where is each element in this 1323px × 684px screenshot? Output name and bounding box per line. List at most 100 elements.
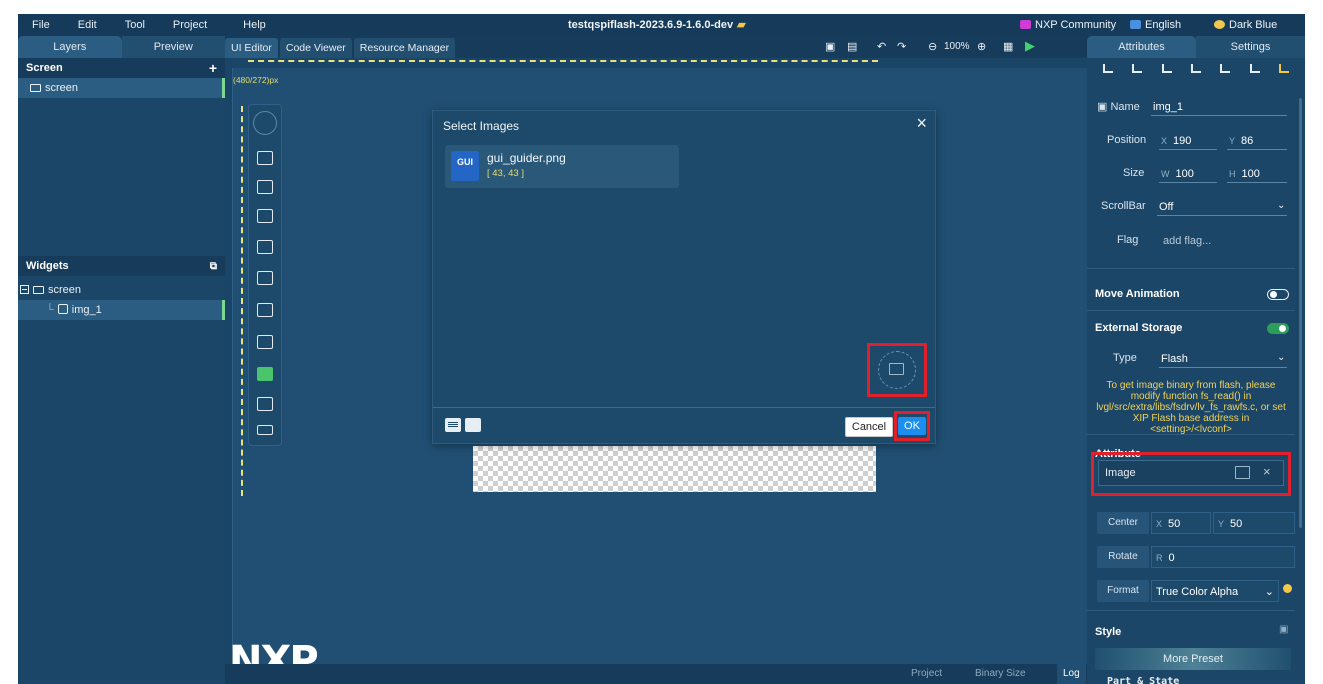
text-widget-icon[interactable] <box>257 240 273 254</box>
tab-resource-manager[interactable]: Resource Manager <box>353 38 456 58</box>
close-icon[interactable]: × <box>916 113 927 134</box>
image-icon <box>57 304 68 314</box>
folder-icon: ▰ <box>737 19 746 31</box>
chart-widget-icon[interactable] <box>257 303 273 317</box>
align-right-icon[interactable] <box>1161 63 1172 73</box>
expand-toolbox-icon[interactable] <box>257 425 273 435</box>
log-tab[interactable]: Log <box>1057 664 1086 684</box>
upload-image-button[interactable] <box>878 351 916 389</box>
bring-front-icon[interactable]: ▣ <box>825 40 835 53</box>
scrollbar-field: ScrollBar Off ⌄ <box>1087 196 1293 218</box>
qrcode-widget-icon[interactable] <box>257 397 273 411</box>
divider <box>1087 610 1295 611</box>
ok-button[interactable]: OK <box>898 417 926 435</box>
tab-settings[interactable]: Settings <box>1196 36 1305 58</box>
rotate-input[interactable]: R0 <box>1151 546 1295 568</box>
align-top-icon[interactable] <box>1190 63 1201 73</box>
toggle-knob <box>1279 325 1286 332</box>
right-panel: Attributes Settings ▣ Name img_1 Positio… <box>1087 36 1305 684</box>
size-field: Size W 100 H 100 <box>1087 163 1293 185</box>
tab-layers[interactable]: Layers <box>18 36 122 58</box>
theme-selector[interactable]: Dark Blue <box>1214 14 1277 36</box>
animation-widget-icon[interactable] <box>257 367 273 381</box>
position-y-input[interactable]: Y 86 <box>1227 132 1287 150</box>
list-view-icon[interactable] <box>445 418 461 432</box>
container-widget-icon[interactable] <box>257 180 273 194</box>
align-center-icon[interactable] <box>1132 63 1143 73</box>
align-bottom-icon[interactable] <box>1249 63 1260 73</box>
language-selector[interactable]: English <box>1130 14 1181 36</box>
center-x-input[interactable]: X 50 <box>1151 512 1211 534</box>
screen-list-item[interactable]: screen <box>18 78 225 98</box>
chevron-down-icon[interactable]: ⌄ <box>1265 581 1274 603</box>
canvas-image-preview[interactable] <box>473 446 876 492</box>
name-label: ▣ Name <box>1097 101 1140 113</box>
save-style-icon[interactable]: ▣ <box>1279 624 1288 635</box>
tab-attributes[interactable]: Attributes <box>1087 36 1196 58</box>
send-back-icon[interactable]: ▤ <box>847 40 857 53</box>
size-h-input[interactable]: H 100 <box>1227 165 1287 183</box>
menu-bar: File Edit Tool Project Help testqspiflas… <box>18 14 1305 36</box>
input-widget-icon[interactable] <box>257 271 273 285</box>
scrollbar-select[interactable]: Off <box>1157 198 1287 216</box>
menu-project[interactable]: Project <box>159 14 221 36</box>
collapse-toolbox-icon[interactable] <box>257 151 273 165</box>
type-select[interactable]: Flash <box>1159 350 1287 368</box>
image-list-item[interactable]: GUI gui_guider.png [ 43, 43 ] <box>445 145 679 188</box>
external-storage-title: External Storage <box>1095 322 1183 334</box>
widgets-section: Widgets ⧉ screen └ img_1 <box>18 256 225 320</box>
align-middle-icon[interactable] <box>1220 63 1231 73</box>
name-input[interactable]: img_1 <box>1151 98 1287 116</box>
panel-scrollbar[interactable] <box>1299 98 1302 528</box>
community-link[interactable]: NXP Community <box>1020 14 1116 36</box>
tab-code-viewer[interactable]: Code Viewer <box>279 38 352 58</box>
align-left-icon[interactable] <box>1102 63 1113 73</box>
redo-icon[interactable]: ↷ <box>897 40 906 53</box>
info-icon[interactable] <box>1283 584 1292 593</box>
cancel-button[interactable]: Cancel <box>845 417 893 437</box>
tab-preview[interactable]: Preview <box>121 36 225 58</box>
size-w-input[interactable]: W 100 <box>1159 165 1217 183</box>
tab-ui-editor[interactable]: UI Editor <box>225 38 278 58</box>
collapse-icon[interactable] <box>20 285 29 294</box>
more-preset-button[interactable]: More Preset <box>1095 648 1291 670</box>
image-source-field[interactable]: Image × <box>1098 460 1284 486</box>
layout-widget-icon[interactable] <box>257 209 273 223</box>
chevron-down-icon[interactable]: ⌄ <box>1277 200 1285 211</box>
zoom-out-icon[interactable]: ⊖ <box>928 40 937 53</box>
add-screen-button[interactable]: + <box>209 60 217 76</box>
menu-edit[interactable]: Edit <box>64 14 111 36</box>
popout-icon[interactable]: ⧉ <box>210 261 217 272</box>
clear-image-icon[interactable]: × <box>1263 464 1271 479</box>
flag-input[interactable]: add flag... <box>1159 232 1287 250</box>
position-x-input[interactable]: X 190 <box>1159 132 1217 150</box>
menu-tool[interactable]: Tool <box>111 14 159 36</box>
project-tab[interactable]: Project <box>911 664 942 684</box>
run-icon[interactable]: ▶ <box>1025 38 1035 54</box>
grid-view-icon[interactable] <box>465 418 481 432</box>
left-tabs: Layers Preview <box>18 36 225 58</box>
canvas-dimensions: (480/272)px <box>233 75 279 85</box>
external-storage-toggle[interactable] <box>1267 323 1289 334</box>
hand-icon[interactable] <box>253 111 277 135</box>
widget-tree-img1[interactable]: └ img_1 <box>18 300 225 320</box>
image-picker-icon[interactable] <box>1235 466 1250 479</box>
build-icon[interactable]: ▦ <box>1003 40 1013 53</box>
menu-file[interactable]: File <box>18 14 64 36</box>
undo-icon[interactable]: ↶ <box>877 40 886 53</box>
image-widget-icon[interactable] <box>257 335 273 349</box>
grid-icon[interactable] <box>1279 63 1290 73</box>
dialog-title: Select Images <box>443 119 520 133</box>
type-field: Type Flash ⌄ <box>1087 348 1293 370</box>
name-field: ▣ Name img_1 <box>1087 96 1293 118</box>
widget-tree-screen[interactable]: screen <box>18 280 225 300</box>
format-select[interactable]: True Color Alpha ⌄ <box>1151 580 1279 602</box>
chevron-down-icon[interactable]: ⌄ <box>1277 352 1285 363</box>
horizontal-ruler <box>225 58 1087 68</box>
move-animation-toggle[interactable] <box>1267 289 1289 300</box>
zoom-in-icon[interactable]: ⊕ <box>977 40 986 53</box>
binary-size-tab[interactable]: Binary Size <box>975 664 1026 684</box>
menu-help[interactable]: Help <box>229 14 280 36</box>
center-y-input[interactable]: Y 50 <box>1213 512 1295 534</box>
upload-image-icon <box>889 363 904 375</box>
